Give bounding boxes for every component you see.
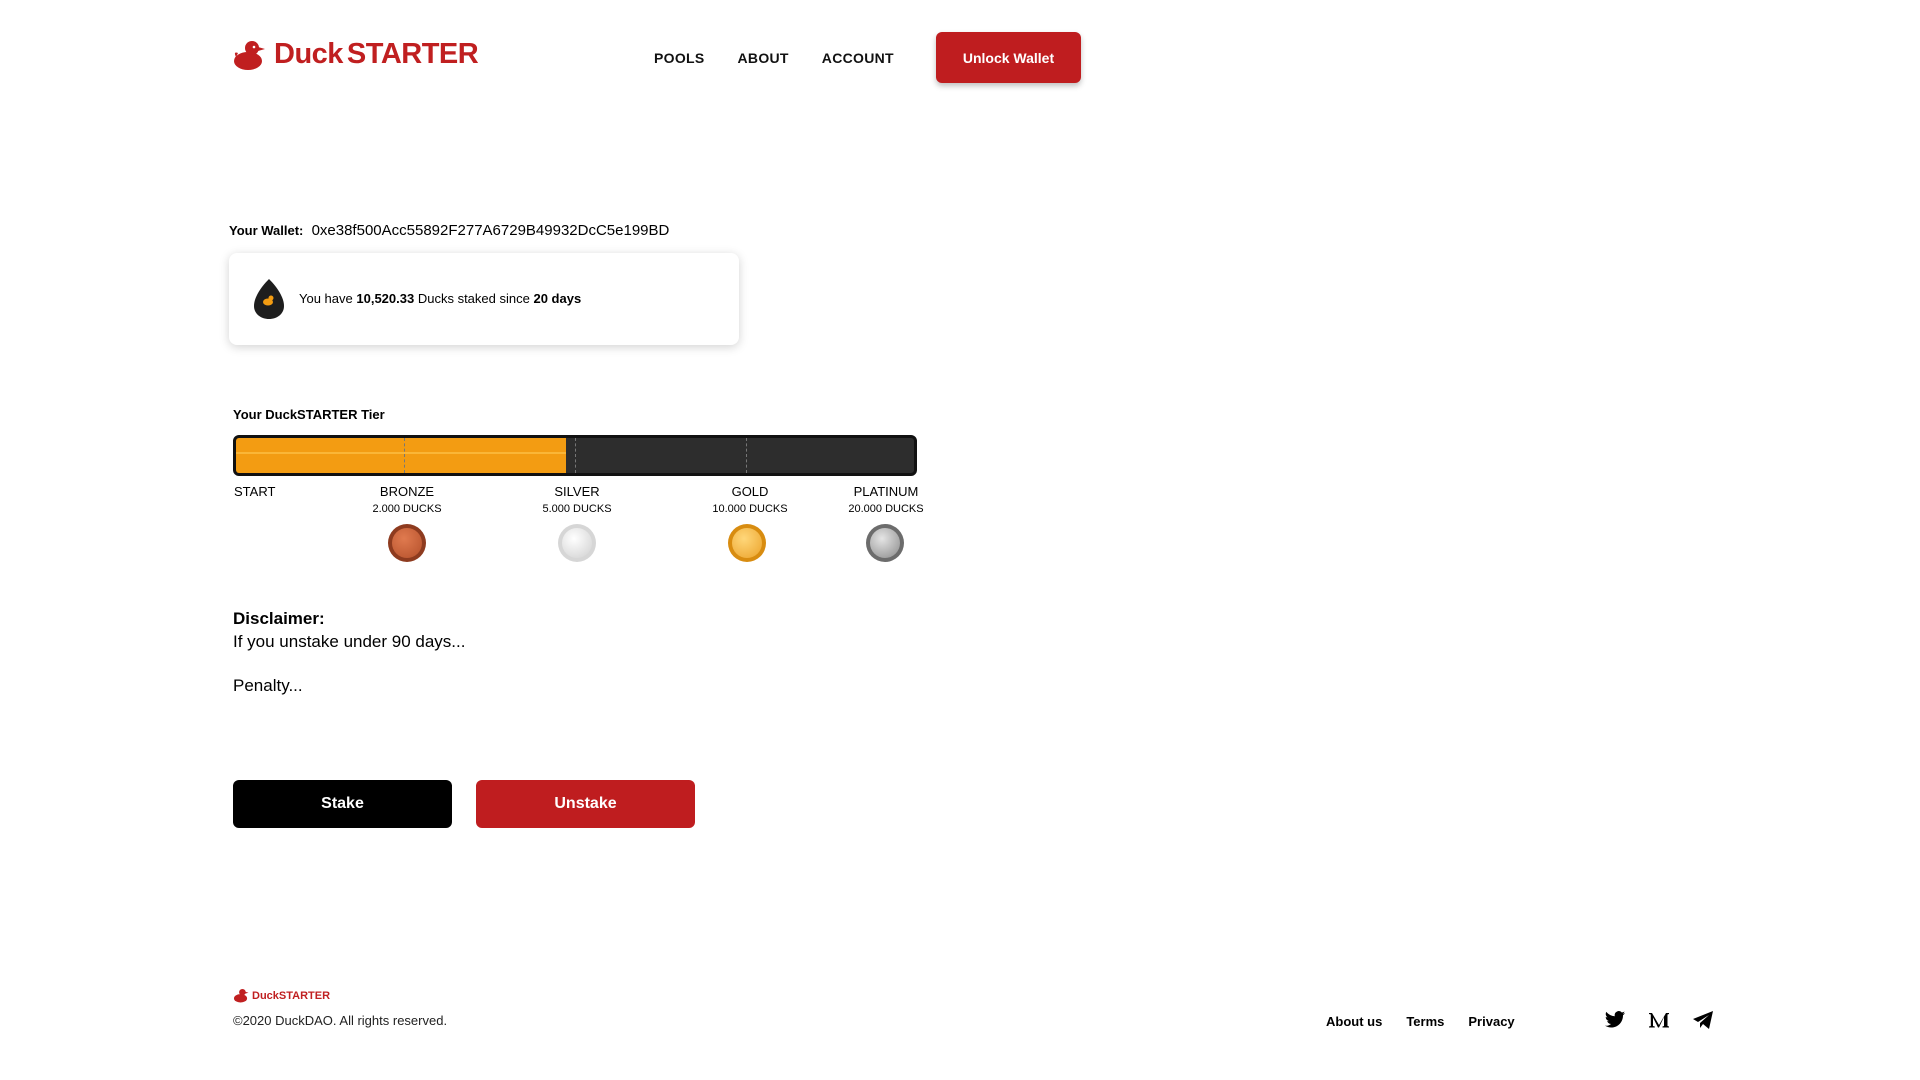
- footer-link-terms[interactable]: Terms: [1406, 1014, 1444, 1029]
- tier-title: Your DuckSTARTER Tier: [233, 407, 385, 422]
- main-nav: POOLS ABOUT ACCOUNT: [654, 50, 927, 66]
- wallet-line: Your Wallet: 0xe38f500Acc55892F277A6729B…: [229, 222, 669, 239]
- bronze-medal-icon: [388, 524, 426, 562]
- tier-divider: [746, 438, 747, 473]
- disclaimer-line: If you unstake under 90 days...: [233, 632, 466, 651]
- footer-link-privacy[interactable]: Privacy: [1468, 1014, 1514, 1029]
- logo[interactable]: Duck STARTER: [232, 38, 479, 71]
- footer-links: About us Terms Privacy: [1326, 1014, 1539, 1029]
- duck-egg-icon: [254, 279, 284, 319]
- staked-amount: 10,520.33: [356, 291, 415, 306]
- platinum-medal-icon: [866, 524, 904, 562]
- tier-progress-fill: [236, 438, 567, 473]
- medium-icon[interactable]: [1648, 1010, 1670, 1030]
- tier-progress-bar: [233, 435, 917, 476]
- copyright: ©2020 DuckDAO. All rights reserved.: [233, 1013, 448, 1028]
- gold-medal-icon: [728, 524, 766, 562]
- unstake-button[interactable]: Unstake: [476, 780, 695, 828]
- nav-about[interactable]: ABOUT: [738, 50, 789, 66]
- silver-medal-icon: [558, 524, 596, 562]
- duck-logo-icon: [233, 988, 249, 1003]
- tier-label-bronze: BRONZE 2.000 DUCKS: [372, 484, 442, 515]
- wallet-label: Your Wallet:: [229, 223, 304, 238]
- stake-summary-card: You have 10,520.33 Ducks staked since 20…: [229, 253, 739, 345]
- stake-summary-text: You have 10,520.33 Ducks staked since 20…: [299, 291, 582, 306]
- wallet-address: 0xe38f500Acc55892F277A6729B49932DcC5e199…: [311, 222, 670, 239]
- tier-label-silver: SILVER 5.000 DUCKS: [542, 484, 612, 515]
- nav-pools[interactable]: POOLS: [654, 50, 705, 66]
- twitter-icon[interactable]: [1604, 1010, 1626, 1030]
- tier-divider: [575, 438, 576, 473]
- telegram-icon[interactable]: [1692, 1010, 1714, 1030]
- unlock-wallet-button[interactable]: Unlock Wallet: [936, 32, 1081, 83]
- footer-wordmark: DuckSTARTER: [252, 989, 331, 1002]
- duck-logo-icon: [234, 40, 265, 70]
- disclaimer: Disclaimer: If you unstake under 90 days…: [233, 607, 465, 697]
- header: Duck STARTER POOLS ABOUT ACCOUNT Unlock W…: [232, 32, 1082, 84]
- social-links: [1604, 1010, 1714, 1030]
- tier-label-gold: GOLD 10.000 DUCKS: [712, 484, 788, 515]
- nav-account[interactable]: ACCOUNT: [822, 50, 894, 66]
- footer-link-about[interactable]: About us: [1326, 1014, 1382, 1029]
- stake-button[interactable]: Stake: [233, 780, 452, 828]
- logo-wordmark: Duck STARTER: [274, 38, 479, 70]
- footer-logo[interactable]: DuckSTARTER: [233, 988, 330, 1003]
- tier-label-start: START: [234, 484, 276, 499]
- tier-divider: [404, 438, 405, 473]
- disclaimer-title: Disclaimer:: [233, 609, 325, 628]
- disclaimer-penalty: Penalty...: [233, 676, 303, 695]
- staked-days: 20 days: [533, 291, 582, 306]
- tier-label-platinum: PLATINUM 20.000 DUCKS: [848, 484, 924, 515]
